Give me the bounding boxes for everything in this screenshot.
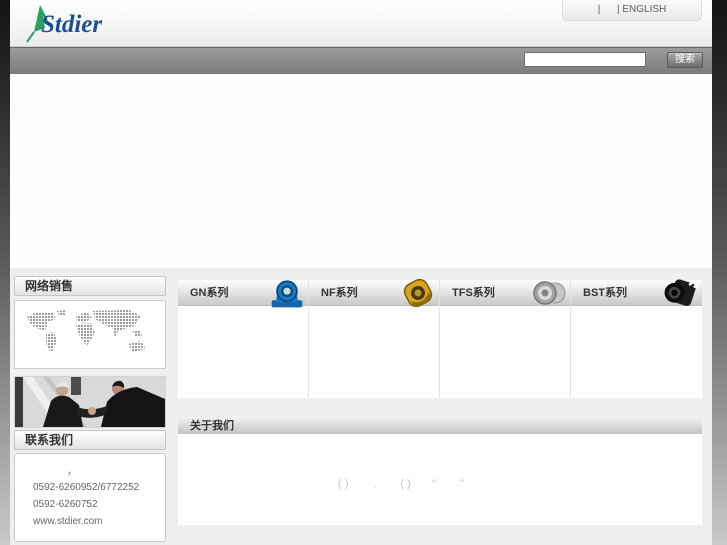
nf-series-label: NF系列 [321, 287, 358, 299]
handshake-photo-box [14, 376, 166, 428]
steel-bearing-icon [533, 281, 566, 305]
search-button[interactable]: 搜索 [667, 52, 703, 68]
banner-placeholder [10, 74, 712, 268]
contact-phone-2: 0592-6260752 [33, 499, 98, 510]
logo-text: Stdier [41, 11, 103, 38]
product-series-bst: BST系列 [571, 279, 702, 398]
search-bar: 搜索 [10, 47, 712, 74]
bst-series-label: BST系列 [583, 287, 627, 299]
black-roller-bearing-icon [664, 279, 698, 306]
tab-tfs-series[interactable]: TFS系列 [440, 280, 570, 306]
contact-note: ， [67, 466, 77, 477]
product-series-tfs: TFS系列 [440, 280, 571, 398]
site-container: Stdier | | ENGLISH 搜索 网络销售 联系我们 ， 0592-6… [10, 0, 712, 545]
contact-website-link[interactable]: www.stdier.com [33, 516, 102, 527]
yellow-flange-bearing-icon [403, 278, 433, 308]
tab-gn-series[interactable]: GN系列 [178, 280, 308, 308]
about-us-body: ( ) , ( ) “ ” [178, 434, 702, 525]
stdier-logo[interactable]: Stdier [26, 3, 146, 43]
product-series-row: GN系列 NF系列 TFS系列 BST系列 [178, 278, 702, 398]
tab-nf-series[interactable]: NF系列 [309, 278, 439, 308]
search-input[interactable] [524, 52, 646, 67]
gn-series-label: GN系列 [190, 287, 229, 299]
product-series-gn: GN系列 [178, 280, 309, 398]
blue-pillow-block-bearing-icon [271, 280, 303, 308]
product-series-nf: NF系列 [309, 278, 440, 398]
tab-bst-series[interactable]: BST系列 [571, 279, 702, 306]
contact-phone-1: 0592-6260952/6772252 [33, 482, 140, 493]
about-us-header: 关于我们 [178, 418, 702, 434]
sidebar-header-network-sales: 网络销售 [14, 276, 166, 296]
page-header: Stdier | | ENGLISH [10, 0, 712, 47]
businessmen-handshake-photo [15, 377, 165, 427]
contact-card: ， 0592-6260952/6772252 0592-6260752 www.… [14, 453, 166, 542]
dotted-world-map-icon [27, 310, 146, 353]
about-us-text: ( ) , ( ) “ ” [338, 478, 464, 490]
world-map-box [14, 300, 166, 369]
language-switcher[interactable]: | | ENGLISH [562, 0, 702, 21]
tfs-series-label: TFS系列 [452, 287, 495, 299]
sidebar-header-contact-us: 联系我们 [14, 430, 166, 450]
